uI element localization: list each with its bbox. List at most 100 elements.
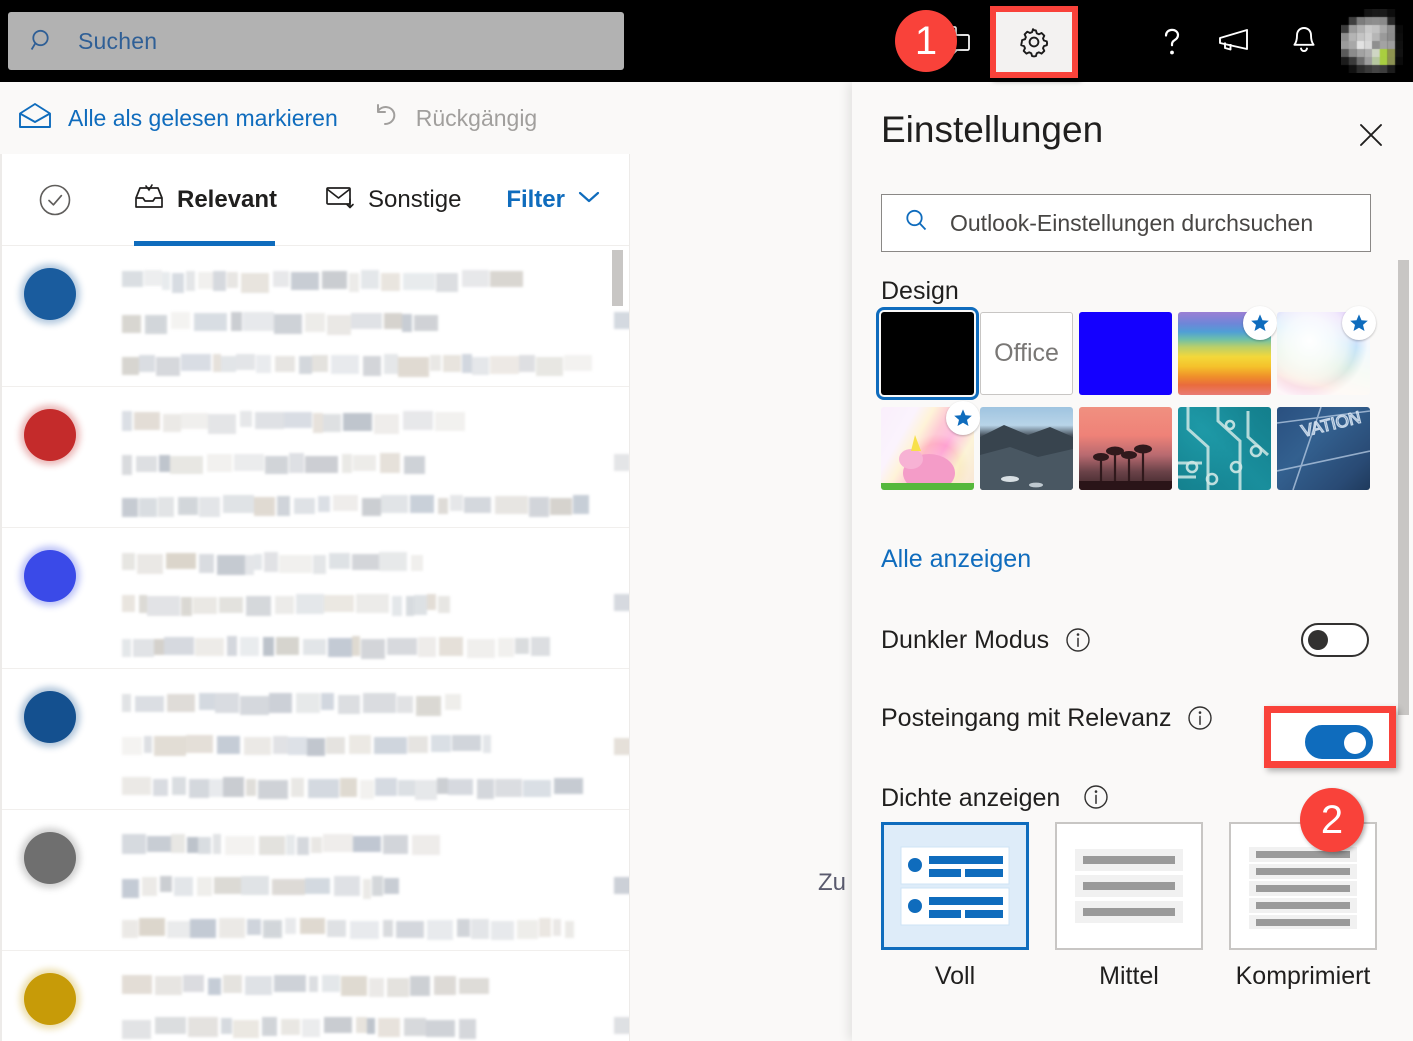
redacted-text bbox=[490, 271, 523, 287]
dark-mode-toggle[interactable] bbox=[1301, 623, 1369, 657]
chevron-down-icon bbox=[577, 189, 601, 210]
theme-swatch-blau[interactable] bbox=[1079, 312, 1172, 395]
redacted-text bbox=[213, 354, 221, 372]
settings-scrollbar-thumb[interactable] bbox=[1398, 260, 1409, 715]
redacted-text bbox=[285, 918, 296, 934]
avatar[interactable] bbox=[1341, 9, 1403, 73]
redacted-text bbox=[284, 412, 312, 428]
redacted-text bbox=[256, 355, 271, 373]
density-option-mittel[interactable]: Mittel bbox=[1055, 822, 1203, 991]
redacted-text bbox=[392, 596, 402, 616]
message-list-item[interactable] bbox=[2, 951, 629, 1041]
redacted-text bbox=[363, 693, 396, 713]
theme-swatch-palmen[interactable] bbox=[1079, 407, 1172, 490]
redacted-text bbox=[223, 495, 254, 513]
density-option-voll[interactable]: Voll bbox=[881, 822, 1029, 991]
redacted-text bbox=[186, 271, 195, 291]
theme-swatch-preview bbox=[881, 312, 974, 395]
redacted-text bbox=[353, 455, 376, 471]
scrollbar-thumb[interactable] bbox=[612, 250, 623, 306]
show-all-themes-link[interactable]: Alle anzeigen bbox=[881, 545, 1031, 574]
redacted-text bbox=[387, 638, 417, 655]
search-input[interactable]: Suchen bbox=[8, 12, 624, 70]
redacted-text bbox=[352, 636, 360, 656]
focused-inbox-toggle[interactable] bbox=[1305, 725, 1373, 759]
info-icon[interactable] bbox=[1083, 784, 1109, 810]
message-list-item[interactable] bbox=[2, 669, 629, 810]
redacted-text bbox=[199, 497, 220, 517]
message-list-item[interactable] bbox=[2, 387, 629, 528]
close-icon[interactable] bbox=[1351, 115, 1391, 155]
theme-swatch-office[interactable]: Office bbox=[980, 312, 1073, 395]
theme-swatch-preview bbox=[1079, 312, 1172, 395]
message-list-item[interactable] bbox=[2, 528, 629, 669]
theme-swatch-schwarz[interactable] bbox=[876, 307, 979, 400]
redacted-text bbox=[491, 921, 514, 940]
redacted-timestamp bbox=[614, 1017, 629, 1034]
avatar bbox=[24, 832, 76, 884]
info-icon[interactable] bbox=[1187, 705, 1213, 731]
theme-swatch-leiterplatte[interactable] bbox=[1178, 407, 1271, 490]
redacted-text bbox=[362, 498, 381, 516]
redacted-text bbox=[294, 498, 315, 514]
redacted-text bbox=[356, 1017, 367, 1033]
bell-icon[interactable] bbox=[1271, 0, 1337, 82]
redacted-text bbox=[190, 919, 216, 938]
redacted-text bbox=[324, 595, 354, 612]
message-list-item[interactable] bbox=[2, 246, 629, 387]
redacted-text bbox=[462, 270, 489, 287]
undo-button[interactable]: Rückgängig bbox=[372, 82, 537, 154]
filter-dropdown[interactable]: Filter bbox=[506, 186, 601, 214]
redacted-text bbox=[158, 497, 174, 517]
redacted-text bbox=[198, 837, 211, 854]
settings-search-input[interactable]: Outlook-Einstellungen durchsuchen bbox=[881, 194, 1371, 252]
message-list[interactable] bbox=[2, 246, 629, 1041]
redacted-text bbox=[305, 878, 330, 894]
redacted-text bbox=[381, 495, 408, 513]
redacted-text bbox=[414, 595, 427, 615]
mark-all-read-button[interactable]: Alle als gelesen markieren bbox=[18, 82, 338, 154]
theme-grid[interactable]: Office VATION bbox=[876, 306, 1381, 502]
density-option-label: Mittel bbox=[1099, 962, 1159, 990]
redacted-text bbox=[219, 597, 243, 613]
reading-pane-text: Zu bbox=[818, 869, 847, 896]
density-option-komprimiert[interactable]: Komprimiert bbox=[1229, 822, 1377, 991]
theme-swatch-regenbogen-wellen[interactable] bbox=[1178, 306, 1277, 395]
tab-relevant[interactable]: Relevant bbox=[134, 154, 277, 246]
density-options[interactable]: Voll Mittel Komprimiert bbox=[881, 822, 1377, 991]
redacted-text bbox=[213, 271, 226, 291]
info-icon[interactable] bbox=[1065, 627, 1091, 653]
mark-all-read-label: Alle als gelesen markieren bbox=[68, 104, 338, 131]
redacted-text bbox=[431, 735, 451, 752]
theme-swatch-blaupause[interactable]: VATION bbox=[1277, 407, 1370, 490]
theme-swatch-preview bbox=[1178, 407, 1271, 490]
redacted-text bbox=[240, 637, 259, 656]
redacted-text bbox=[305, 313, 325, 332]
gear-icon[interactable] bbox=[990, 6, 1078, 78]
theme-swatch-preview bbox=[980, 407, 1073, 490]
select-all-circle-icon[interactable] bbox=[38, 183, 72, 217]
theme-swatch-k-ste[interactable] bbox=[980, 407, 1073, 490]
redacted-text bbox=[408, 736, 428, 753]
redacted-text bbox=[275, 356, 295, 372]
redacted-text bbox=[193, 597, 217, 614]
redacted-text bbox=[219, 918, 245, 938]
message-list-scrollbar[interactable] bbox=[612, 250, 623, 876]
redacted-text bbox=[403, 273, 435, 290]
message-preview bbox=[122, 268, 629, 386]
message-list-item[interactable] bbox=[2, 810, 629, 951]
megaphone-icon[interactable] bbox=[1205, 0, 1271, 82]
message-preview bbox=[122, 691, 629, 809]
theme-swatch-helle-wellen[interactable] bbox=[1277, 306, 1376, 395]
tab-sonstige[interactable]: Sonstige bbox=[325, 154, 461, 246]
top-app-bar: Suchen bbox=[0, 0, 1413, 82]
redacted-text bbox=[363, 879, 371, 899]
redacted-text bbox=[341, 976, 367, 996]
redacted-text bbox=[360, 780, 374, 799]
redacted-text bbox=[197, 877, 212, 896]
redacted-text bbox=[436, 273, 458, 292]
avatar bbox=[24, 268, 76, 320]
help-icon[interactable] bbox=[1139, 0, 1205, 82]
theme-swatch-einhorn[interactable] bbox=[881, 401, 980, 490]
redacted-text bbox=[353, 836, 381, 852]
